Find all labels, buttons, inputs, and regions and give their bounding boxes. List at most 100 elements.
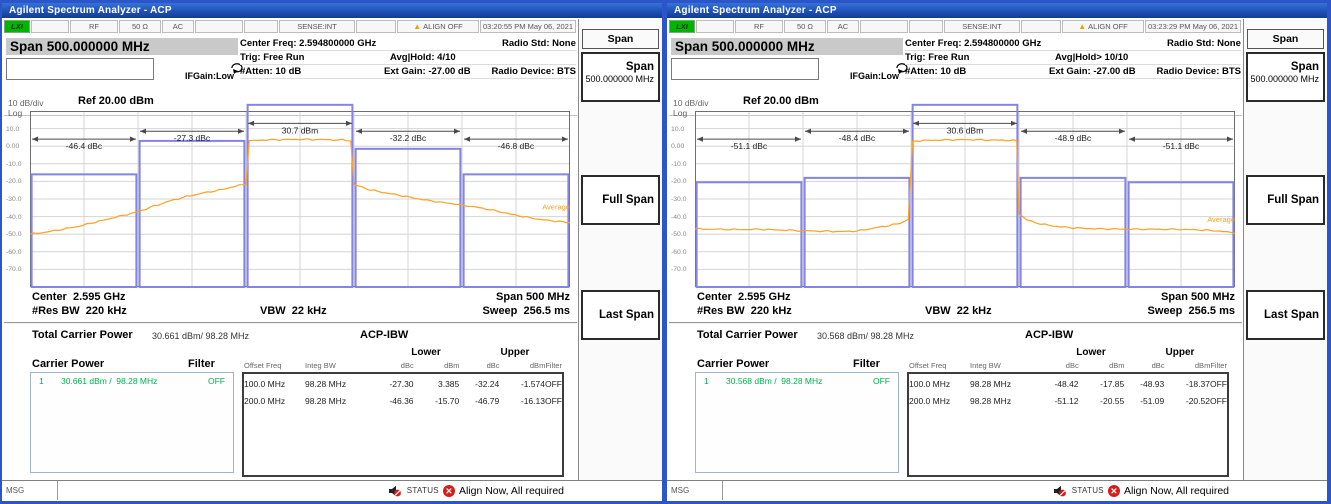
status-blank — [1021, 20, 1061, 33]
status-blank — [356, 20, 396, 33]
softkey-full-span[interactable]: Full Span — [581, 175, 660, 225]
softkey-last-span[interactable]: Last Span — [1246, 290, 1325, 340]
table-row: 200.0 MHz 98.28 MHz -51.12 -20.55 -51.09… — [909, 394, 1227, 411]
status-coupling: AC — [827, 20, 859, 33]
avg-hold-label: Avg|Hold: 4/10 — [390, 52, 502, 63]
avg-hold-label: Avg|Hold> 10/10 — [1055, 52, 1167, 63]
filter-header: Filter — [853, 358, 880, 370]
center-freq-annotation: Center 2.595 GHz — [697, 291, 791, 303]
align-message[interactable]: Align Now, All required — [459, 485, 564, 497]
results-table: Total Carrier Power 30.568 dBm/ 98.28 MH… — [667, 325, 1243, 477]
status-error-icon: ✕ — [443, 485, 455, 497]
span-readout[interactable]: Span 500.000000 MHz — [671, 38, 903, 55]
trigger-label: Trig: Free Run — [240, 52, 390, 63]
atten-label: #Atten: 10 dB — [240, 66, 384, 77]
span-annotation: Span 500 MHz — [496, 291, 570, 303]
svg-text:Average: Average — [542, 203, 570, 212]
resbw-annotation: #Res BW 220 kHz — [32, 305, 127, 317]
status-sense: SENSE:INT — [279, 20, 355, 33]
total-carrier-power-value: 30.661 dBm/ 98.28 MHz — [152, 331, 249, 341]
status-align: ▲ ALIGN OFF — [397, 20, 479, 33]
measurement-header: Span 500.000000 MHz IFGain:Low Center Fr… — [667, 35, 1243, 85]
analyzer-window: Agilent Spectrum Analyzer - ACP LXI RF 5… — [667, 3, 1327, 501]
svg-text:Average: Average — [1207, 215, 1235, 224]
softkey-span[interactable]: Span 500.000000 MHz — [1246, 52, 1325, 102]
offset-results-table: 100.0 MHz 98.28 MHz -27.30 3.385 -32.24 … — [242, 372, 564, 477]
status-label: STATUS — [1072, 486, 1104, 495]
status-blank — [909, 20, 943, 33]
y-axis-labels: 10.0 0.00 -10.0 -20.0 -30.0 -40.0 -50.0 … — [6, 111, 28, 287]
status-group: STATUS ✕ Align Now, All required — [1053, 485, 1229, 497]
table-row: 100.0 MHz 98.28 MHz -27.30 3.385 -32.24 … — [244, 377, 562, 394]
span-annotation: Span 500 MHz — [1161, 291, 1235, 303]
lxi-badge: LXI — [669, 20, 695, 33]
status-align: ▲ ALIGN OFF — [1062, 20, 1144, 33]
ext-gain-label: Ext Gain: -27.00 dB — [384, 66, 492, 77]
center-freq-label: Center Freq: 2.594800000 GHz — [905, 38, 1167, 49]
carrier-row: 1 30.661 dBm / 98.28 MHz OFF — [31, 373, 233, 386]
message-bar: MSG STATUS ✕ Align Now, All required — [667, 480, 1327, 500]
atten-label: #Atten: 10 dB — [905, 66, 1049, 77]
svg-text:-51.1 dBc: -51.1 dBc — [1163, 141, 1200, 151]
ref-level-label: Ref 20.00 dBm — [743, 95, 819, 107]
menu-title: Span — [582, 29, 659, 49]
status-rf: RF — [70, 20, 118, 33]
status-label: STATUS — [407, 486, 439, 495]
status-clock: 03:23:29 PM May 06, 2021 — [1145, 20, 1241, 33]
radio-std-label: Radio Std: None — [502, 38, 576, 49]
radio-std-label: Radio Std: None — [1167, 38, 1241, 49]
scale-label: 10 dB/div — [8, 98, 43, 108]
center-freq-annotation: Center 2.595 GHz — [32, 291, 126, 303]
upper-column-group: Upper — [1135, 347, 1225, 358]
status-group: STATUS ✕ Align Now, All required — [388, 485, 564, 497]
svg-text:-48.4 dBc: -48.4 dBc — [839, 133, 876, 143]
softkey-last-span[interactable]: Last Span — [581, 290, 660, 340]
center-freq-label: Center Freq: 2.594800000 GHz — [240, 38, 502, 49]
lower-column-group: Lower — [382, 347, 470, 358]
softkey-menu: Span Span 500.000000 MHz Full Span Last … — [1243, 19, 1327, 480]
status-coupling: AC — [162, 20, 194, 33]
warning-icon: ▲ — [1078, 22, 1086, 31]
lxi-badge: LXI — [4, 20, 30, 33]
speaker-muted-icon — [1053, 485, 1068, 497]
ifgain-label: IFGain:Low — [850, 71, 899, 81]
measurement-header: Span 500.000000 MHz IFGain:Low Center Fr… — [2, 35, 578, 85]
status-error-icon: ✕ — [1108, 485, 1120, 497]
settings-grid: Center Freq: 2.594800000 GHz Radio Std: … — [240, 37, 576, 79]
align-message[interactable]: Align Now, All required — [1124, 485, 1229, 497]
table-row: 100.0 MHz 98.28 MHz -48.42 -17.85 -48.93… — [909, 377, 1227, 394]
menu-title: Span — [1247, 29, 1324, 49]
table-row: 200.0 MHz 98.28 MHz -46.36 -15.70 -46.79… — [244, 394, 562, 411]
sweep-annotation: Sweep 256.5 ms — [483, 305, 570, 317]
status-rf: RF — [735, 20, 783, 33]
window-title: Agilent Spectrum Analyzer - ACP — [667, 3, 1327, 18]
spectrum-plot: Average-51.1 dBc-48.4 dBc30.6 dBm-48.9 d… — [695, 111, 1235, 287]
offset-table-headers: Offset Freq Integ BW dBc dBm dBc dBm Fil… — [909, 361, 1227, 370]
window-title: Agilent Spectrum Analyzer - ACP — [2, 3, 662, 18]
softkey-full-span[interactable]: Full Span — [1246, 175, 1325, 225]
carrier-row: 1 30.568 dBm / 98.28 MHz OFF — [696, 373, 898, 386]
msg-label: MSG — [2, 481, 58, 500]
measurement-mode-label: ACP-IBW — [360, 329, 408, 341]
warning-icon: ▲ — [413, 22, 421, 31]
total-carrier-power-label: Total Carrier Power — [32, 329, 133, 341]
total-carrier-power-label: Total Carrier Power — [697, 329, 798, 341]
svg-text:30.6 dBm: 30.6 dBm — [947, 125, 983, 135]
span-readout[interactable]: Span 500.000000 MHz — [6, 38, 238, 55]
status-impedance: 50 Ω — [784, 20, 826, 33]
status-sense: SENSE:INT — [944, 20, 1020, 33]
status-blank — [696, 20, 734, 33]
status-strip: LXI RF 50 Ω AC SENSE:INT ▲ ALIGN OFF 03:… — [4, 20, 577, 33]
softkey-span[interactable]: Span 500.000000 MHz — [581, 52, 660, 102]
analyzer-window: Agilent Spectrum Analyzer - ACP LXI RF 5… — [2, 3, 662, 501]
speaker-muted-icon — [388, 485, 403, 497]
trigger-label: Trig: Free Run — [905, 52, 1055, 63]
svg-text:-27.3 dBc: -27.3 dBc — [174, 133, 211, 143]
entry-display[interactable] — [6, 58, 154, 80]
upper-column-group: Upper — [470, 347, 560, 358]
entry-display[interactable] — [671, 58, 819, 80]
radio-device-label: Radio Device: BTS — [492, 66, 576, 77]
spectrum-plot: Average-46.4 dBc-27.3 dBc30.7 dBm-32.2 d… — [30, 111, 570, 287]
carrier-power-header: Carrier Power — [32, 358, 104, 370]
divider — [4, 322, 577, 323]
